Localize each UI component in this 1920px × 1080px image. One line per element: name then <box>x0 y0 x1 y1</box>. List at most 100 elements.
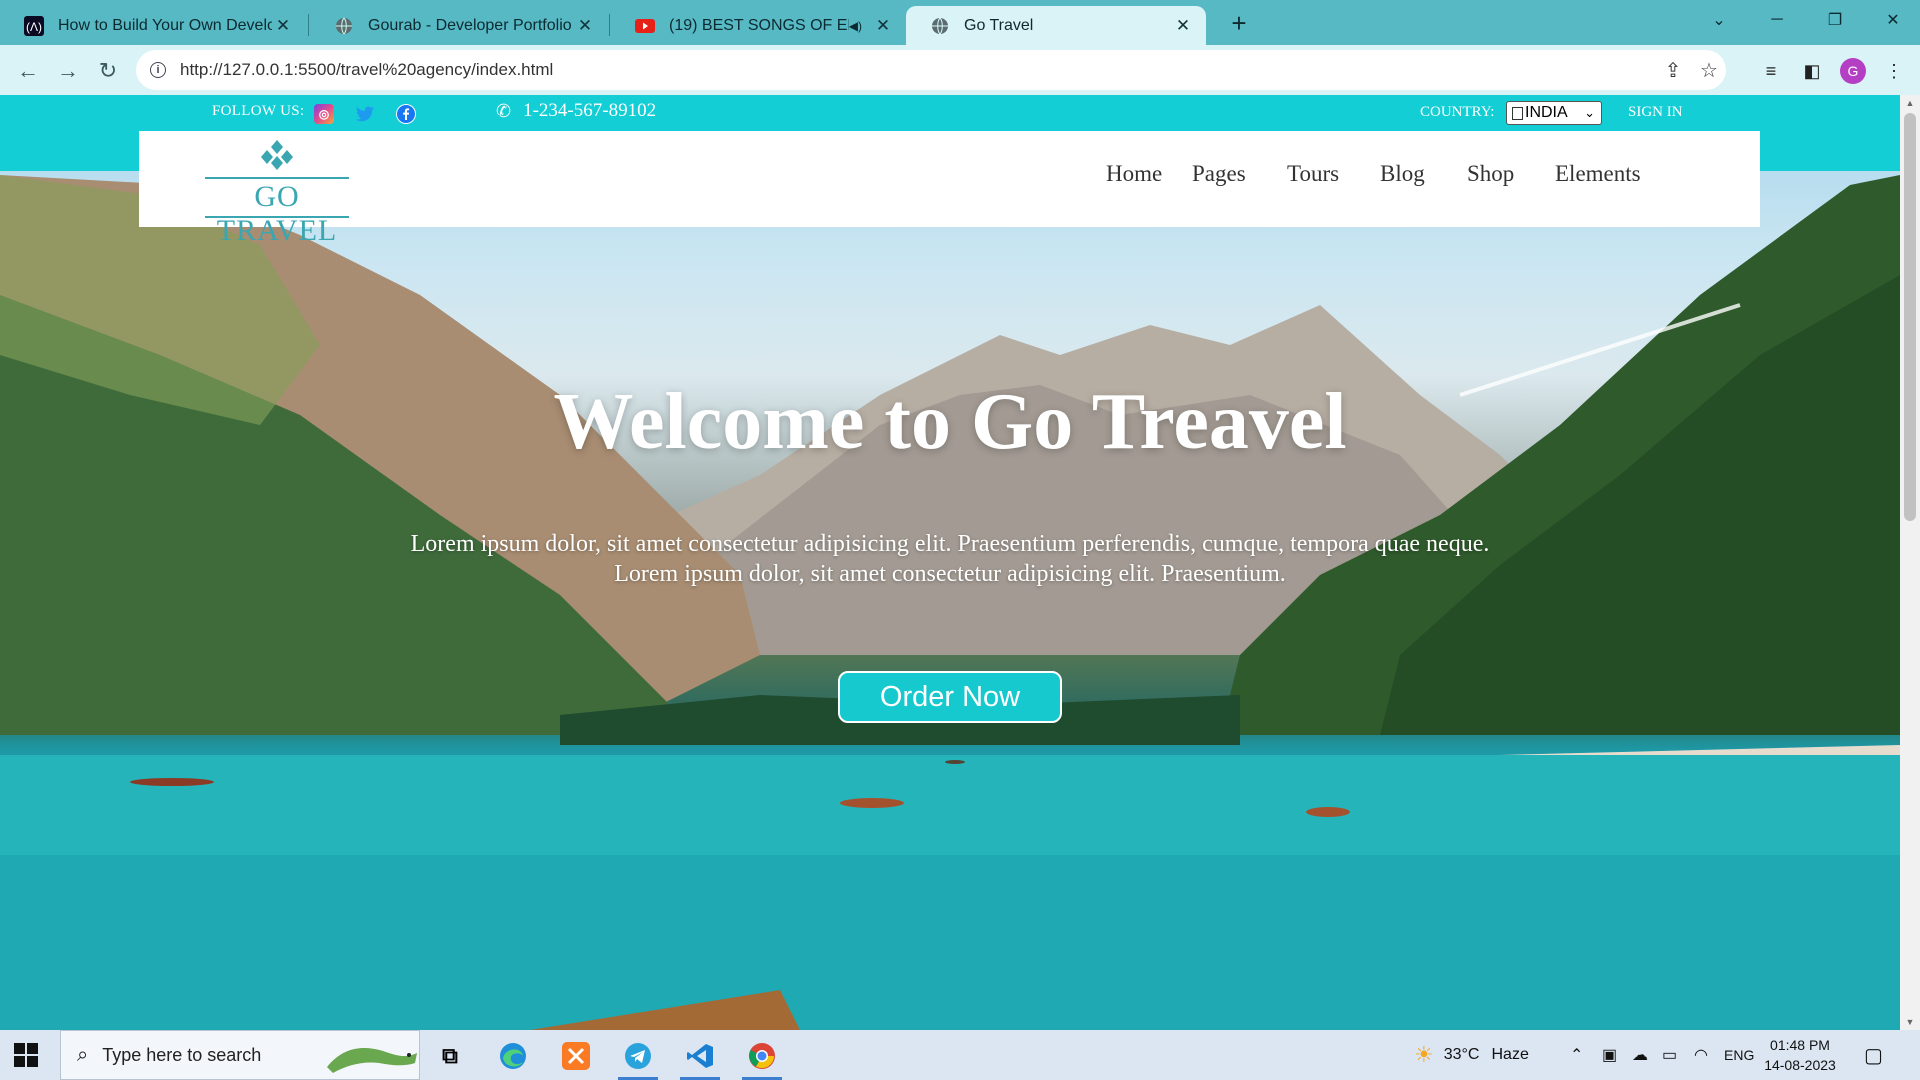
close-icon[interactable]: ✕ <box>872 16 894 36</box>
page-scrollbar[interactable]: ▲ ▼ <box>1900 95 1920 1030</box>
nav-tours[interactable]: Tours <box>1287 161 1339 187</box>
scrollbar-thumb[interactable] <box>1904 113 1916 521</box>
sign-in-link[interactable]: SIGN IN <box>1628 104 1683 121</box>
hero-subtext-line: Lorem ipsum dolor, sit amet consectetur … <box>410 531 1490 557</box>
bookmark-star-icon[interactable]: ☆ <box>1694 50 1724 90</box>
globe-icon <box>930 16 950 36</box>
speaker-icon[interactable]: ◀) <box>849 19 862 33</box>
scroll-down-icon[interactable]: ▼ <box>1900 1017 1920 1027</box>
tab-title: (19) BEST SONGS OF EMRAA <box>669 16 849 34</box>
order-now-button[interactable]: Order Now <box>838 671 1062 723</box>
restore-button[interactable]: ❐ <box>1806 0 1864 40</box>
side-panel-icon[interactable]: ◧ <box>1798 57 1826 85</box>
svg-text:(Λ): (Λ) <box>26 20 42 34</box>
tab-title: Gourab - Developer Portfolio <box>368 16 572 34</box>
close-window-button[interactable]: ✕ <box>1864 0 1920 40</box>
hero-background: FOLLOW US: ◎ ✆ 1-234-567-89102 COUNTRY: … <box>0 95 1900 1030</box>
page-viewport: FOLLOW US: ◎ ✆ 1-234-567-89102 COUNTRY: … <box>0 95 1900 1030</box>
tab-separator <box>609 14 610 36</box>
browser-toolbar: ← → ↻ i http://127.0.0.1:5500/travel%20a… <box>0 45 1920 95</box>
twitter-icon[interactable] <box>355 104 375 124</box>
phone-number: ✆ 1-234-567-89102 <box>496 100 656 122</box>
new-tab-button[interactable]: + <box>1222 6 1256 40</box>
task-view-icon[interactable]: ⧉ <box>430 1036 470 1076</box>
search-placeholder: Type here to search <box>102 1044 262 1065</box>
taskbar-search-box[interactable]: ⌕ Type here to search <box>60 1030 420 1080</box>
country-select[interactable]: INDIA ⌄ <box>1506 101 1602 125</box>
logo-text: GO TRAVEL <box>216 180 338 247</box>
forward-button[interactable]: → <box>52 55 84 87</box>
country-value: INDIA <box>1525 104 1568 121</box>
wifi-icon[interactable]: ◠ <box>1694 1030 1708 1080</box>
menu-kebab-icon[interactable]: ⋮ <box>1880 57 1908 85</box>
nav-shop[interactable]: Shop <box>1467 161 1514 187</box>
vscode-icon[interactable] <box>680 1036 720 1076</box>
xampp-icon[interactable] <box>556 1036 596 1076</box>
weather-temp: 33°C <box>1443 1046 1480 1063</box>
nav-blog[interactable]: Blog <box>1380 161 1425 187</box>
onedrive-cloud-icon[interactable]: ☁ <box>1632 1030 1648 1080</box>
flag-icon <box>1512 106 1523 120</box>
reload-button[interactable]: ↻ <box>92 55 124 87</box>
windows-taskbar: ⌕ Type here to search ⧉ ☀ 33°C Haze ⌃ ▣ … <box>0 1030 1920 1080</box>
share-icon[interactable]: ⇪ <box>1658 50 1688 90</box>
show-hidden-icons-chevron-icon[interactable]: ⌃ <box>1570 1030 1583 1080</box>
profile-avatar[interactable]: G <box>1840 58 1866 84</box>
weather-widget[interactable]: ☀ 33°C Haze <box>1414 1030 1529 1080</box>
freecodecamp-icon: (Λ) <box>24 15 44 36</box>
hero-subtext-line: Lorem ipsum dolor, sit amet consectetur … <box>614 561 1286 587</box>
phone-icon: ✆ <box>496 100 512 121</box>
taskbar-clock[interactable]: 01:48 PM 14-08-2023 <box>1760 1035 1840 1075</box>
chrome-icon[interactable] <box>742 1036 782 1076</box>
phone-text: 1-234-567-89102 <box>523 100 657 121</box>
nav-home[interactable]: Home <box>1106 161 1162 187</box>
facebook-icon[interactable] <box>396 104 416 124</box>
tab-freecodecamp[interactable]: (Λ) How to Build Your Own Develope ✕ <box>0 6 306 45</box>
hero-subtext: Lorem ipsum dolor, sit amet consectetur … <box>0 529 1900 589</box>
follow-label: FOLLOW US: <box>212 103 305 119</box>
url-text: http://127.0.0.1:5500/travel%20agency/in… <box>180 60 554 79</box>
scroll-up-icon[interactable]: ▲ <box>1900 98 1920 108</box>
telegram-icon[interactable] <box>618 1036 658 1076</box>
logo-rule <box>205 177 349 179</box>
tab-youtube[interactable]: (19) BEST SONGS OF EMRAA ◀) ✕ <box>611 6 906 45</box>
search-icon: ⌕ <box>77 1043 89 1066</box>
haze-weather-icon: ☀ <box>1414 1042 1434 1067</box>
site-info-icon[interactable]: i <box>150 62 166 78</box>
chevron-down-icon: ⌄ <box>1584 105 1595 120</box>
top-info-bar: FOLLOW US: ◎ ✆ 1-234-567-89102 COUNTRY: … <box>0 95 1900 131</box>
tab-separator <box>308 14 309 36</box>
tab-portfolio[interactable]: Gourab - Developer Portfolio ✕ <box>310 6 608 45</box>
hero-headline: Welcome to Go Treavel <box>553 378 1347 466</box>
address-bar[interactable]: i http://127.0.0.1:5500/travel%20agency/… <box>136 50 1726 90</box>
clock-date: 14-08-2023 <box>1764 1057 1836 1073</box>
site-logo[interactable]: GO TRAVEL <box>203 140 351 247</box>
nav-pages[interactable]: Pages <box>1192 161 1246 187</box>
nav-elements[interactable]: Elements <box>1555 161 1641 187</box>
tab-go-travel[interactable]: Go Travel ✕ <box>906 6 1206 45</box>
close-icon[interactable]: ✕ <box>574 16 596 36</box>
close-icon[interactable]: ✕ <box>1172 16 1194 36</box>
minimize-button[interactable]: ─ <box>1748 0 1806 40</box>
edge-icon[interactable] <box>493 1036 533 1076</box>
tab-title: Go Travel <box>964 16 1034 34</box>
logo-rule <box>205 216 349 218</box>
close-icon[interactable]: ✕ <box>272 16 294 36</box>
tab-title: How to Build Your Own Develope <box>58 16 272 34</box>
lizard-search-highlight-icon <box>327 1048 417 1073</box>
notification-icon[interactable]: ▢ <box>1864 1030 1883 1080</box>
clock-time: 01:48 PM <box>1770 1037 1830 1053</box>
tab-search-icon[interactable]: ⌄ <box>1690 0 1748 40</box>
instagram-icon[interactable]: ◎ <box>314 104 334 124</box>
globe-icon <box>334 16 354 36</box>
media-control-icon[interactable]: ≡ <box>1757 57 1785 85</box>
windows-start-icon[interactable] <box>14 1043 38 1067</box>
battery-icon[interactable]: ▭ <box>1662 1030 1677 1080</box>
weather-desc: Haze <box>1491 1046 1529 1063</box>
language-indicator[interactable]: ENG <box>1724 1030 1754 1080</box>
browser-tab-strip: (Λ) How to Build Your Own Develope ✕ Gou… <box>0 0 1920 45</box>
main-navbar: GO TRAVEL Home Pages Tours Blog Shop Ele… <box>139 131 1760 247</box>
back-button[interactable]: ← <box>12 55 44 87</box>
country-label: COUNTRY: <box>1420 104 1495 120</box>
meet-now-icon[interactable]: ▣ <box>1602 1030 1617 1080</box>
